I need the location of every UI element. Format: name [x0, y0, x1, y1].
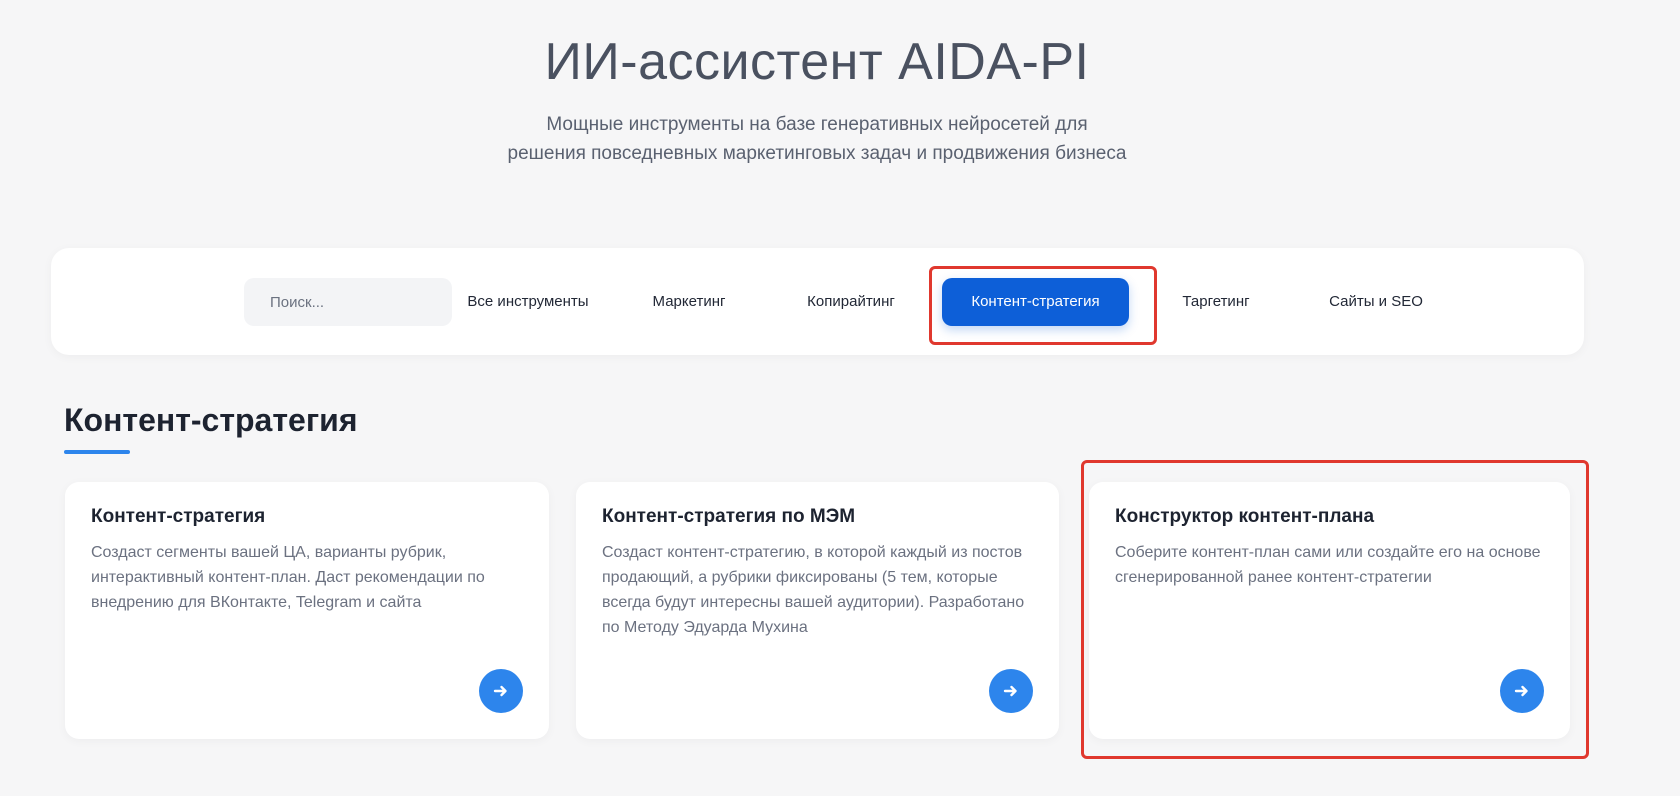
tab-targeting[interactable]: Таргетинг	[1166, 278, 1266, 326]
card-description: Создаст сегменты вашей ЦА, варианты рубр…	[91, 544, 485, 611]
subtitle-line-2: решения повседневных маркетинговых задач…	[507, 143, 1127, 164]
arrow-right-icon	[1003, 685, 1017, 697]
section-underline	[64, 450, 130, 454]
filter-bar: Все инструменты Маркетинг Копирайтинг Ко…	[51, 248, 1584, 355]
open-tool-button[interactable]	[479, 669, 523, 713]
section-title: Контент-стратегия	[64, 402, 358, 438]
tool-card-content-plan-builder[interactable]: Конструктор контент-плана Соберите конте…	[1089, 482, 1570, 739]
tool-card-content-strategy-mem[interactable]: Контент-стратегия по МЭМ Создаст контент…	[576, 482, 1059, 739]
card-title: Контент-стратегия	[91, 506, 266, 527]
tab-sites-seo[interactable]: Сайты и SEO	[1321, 278, 1431, 326]
arrow-right-icon	[1514, 685, 1528, 697]
tab-marketing[interactable]: Маркетинг	[639, 278, 739, 326]
tool-card-content-strategy[interactable]: Контент-стратегия Создаст сегменты вашей…	[65, 482, 549, 739]
card-title: Конструктор контент-плана	[1115, 506, 1375, 527]
card-title: Контент-стратегия по МЭМ	[602, 506, 856, 527]
card-description: Создаст контент-стратегию, в которой каж…	[602, 544, 1025, 636]
page: ИИ-ассистент AIDA-PI Мощные инструменты …	[0, 0, 1680, 796]
tab-content-strategy[interactable]: Контент-стратегия	[942, 278, 1129, 326]
open-tool-button[interactable]	[1500, 669, 1544, 713]
subtitle-line-1: Мощные инструменты на базе генеративных …	[546, 114, 1088, 135]
arrow-right-icon	[493, 685, 507, 697]
card-description: Соберите контент-план сами или создайте …	[1115, 544, 1541, 586]
page-title: ИИ-ассистент AIDA-PI	[544, 33, 1090, 91]
tab-all-tools[interactable]: Все инструменты	[453, 278, 603, 326]
tab-copywriting[interactable]: Копирайтинг	[796, 278, 906, 326]
open-tool-button[interactable]	[989, 669, 1033, 713]
search-input[interactable]	[244, 278, 452, 326]
page-subtitle: Мощные инструменты на базе генеративных …	[0, 110, 1634, 168]
